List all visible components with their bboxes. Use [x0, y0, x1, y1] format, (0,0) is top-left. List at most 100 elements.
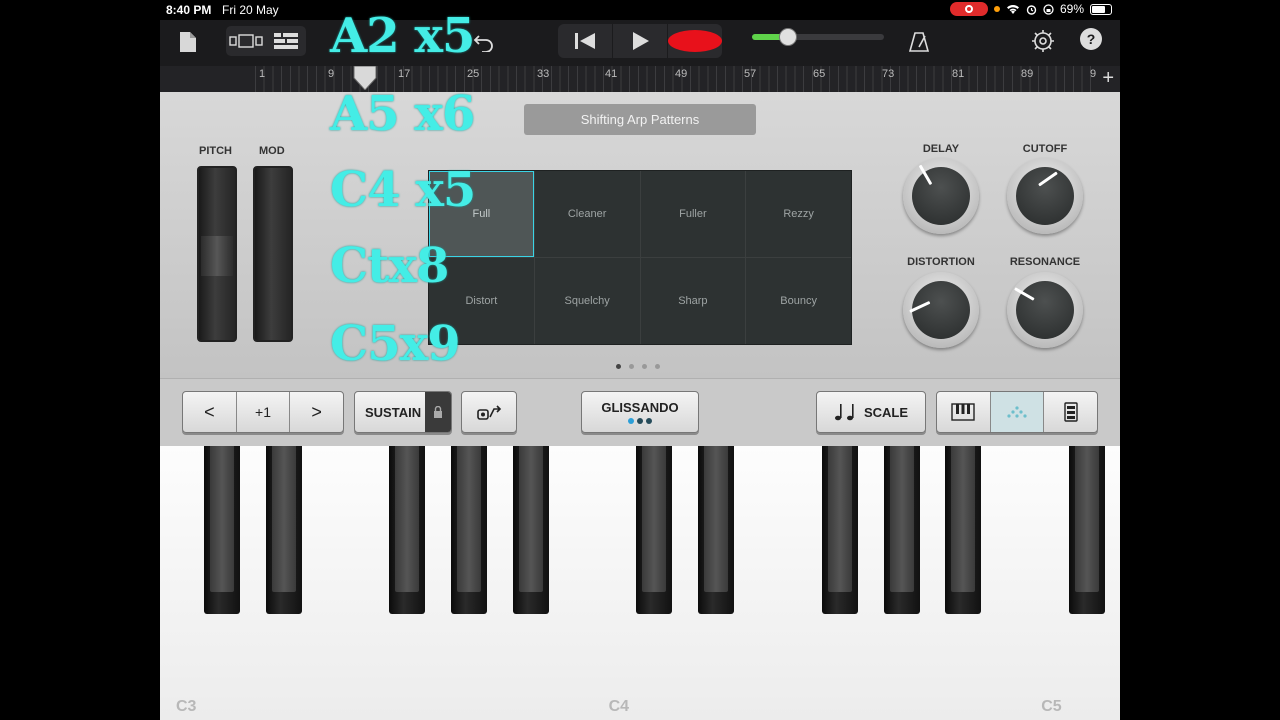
black-key[interactable] [945, 446, 982, 614]
settings-button[interactable] [1028, 26, 1058, 56]
play-button[interactable] [613, 24, 668, 58]
resonance-knob[interactable] [1007, 272, 1083, 348]
octave-control: < +1 > [182, 391, 344, 433]
black-key[interactable] [883, 446, 920, 614]
scale-label: SCALE [863, 404, 909, 420]
pad-rezzy[interactable]: Rezzy [746, 171, 851, 257]
synth-panel: Shifting Arp Patterns PITCH MOD Full Cle… [160, 92, 1120, 378]
black-key[interactable] [265, 446, 302, 614]
mod-wheel[interactable] [253, 166, 293, 342]
sustain-label: SUSTAIN [365, 404, 422, 420]
pad-cleaner[interactable]: Cleaner [534, 171, 640, 257]
bar-number: 49 [675, 68, 688, 80]
mod-wheel-label: MOD [259, 145, 285, 157]
help-icon: ? [1086, 31, 1096, 47]
key-note-label: C4 [608, 698, 630, 715]
cutoff-knob[interactable] [1007, 158, 1083, 234]
timeline-ruler[interactable]: 1 9 17 25 33 41 49 57 65 73 81 89 9 + [160, 66, 1120, 93]
status-date: Fri 20 May [222, 3, 279, 17]
tracks-view-button[interactable] [266, 26, 306, 56]
toolbar: ? [160, 20, 1120, 66]
pad-sharp[interactable]: Sharp [640, 258, 746, 344]
bar-number: 9 [1090, 68, 1097, 80]
dots-grid-icon [1007, 406, 1027, 418]
metronome-icon [908, 32, 930, 52]
lock-icon [434, 406, 442, 418]
metronome-button[interactable] [904, 28, 934, 56]
arpeggiator-button[interactable] [461, 391, 517, 433]
distortion-knob[interactable] [903, 272, 979, 348]
key-note-label: C3 [176, 698, 197, 715]
pad-squelchy[interactable]: Squelchy [534, 258, 640, 344]
black-key[interactable] [821, 446, 858, 614]
bar-number: 9 [328, 68, 335, 80]
resonance-label: RESONANCE [1009, 256, 1081, 268]
black-key[interactable] [389, 446, 426, 614]
battery-percent: 69% [1059, 2, 1084, 16]
arpeggiator-icon [477, 405, 502, 420]
rewind-icon [575, 33, 595, 49]
master-volume-handle[interactable] [778, 28, 797, 46]
bar-number: 17 [398, 68, 411, 80]
glissando-label: GLISSANDO [601, 400, 679, 415]
music-notes-icon [834, 404, 854, 421]
cutoff-label: CUTOFF [1022, 143, 1068, 155]
master-volume-slider[interactable] [752, 28, 884, 46]
keyboard-layout-control [936, 391, 1098, 433]
add-section-button[interactable]: + [1102, 67, 1114, 90]
bar-number: 65 [813, 68, 826, 80]
record-button[interactable] [668, 24, 722, 58]
view-switch-button[interactable] [226, 26, 266, 56]
sustain-button[interactable]: SUSTAIN [354, 391, 452, 433]
garageband-app: 8:40 PM Fri 20 May 69% ? 1 9 17 25 33 41… [160, 0, 1120, 720]
bar-number: 89 [1021, 68, 1034, 80]
black-key[interactable] [512, 446, 549, 614]
status-time: 8:40 PM [166, 3, 212, 17]
distortion-label: DISTORTION [907, 256, 975, 268]
keyboard-size-icon [1063, 402, 1078, 422]
black-key[interactable] [698, 446, 735, 614]
undo-icon [473, 35, 493, 52]
keyboard-size-button[interactable] [1044, 392, 1097, 432]
page-indicator[interactable] [616, 364, 660, 369]
page-dot [616, 364, 621, 369]
black-key[interactable] [451, 446, 487, 614]
transport-controls [558, 24, 722, 58]
my-songs-button[interactable] [174, 28, 202, 56]
key-note-label: C5 [1041, 698, 1062, 715]
mic-indicator-icon [993, 6, 1000, 12]
page-dot [655, 364, 660, 369]
patch-name-button[interactable]: Shifting Arp Patterns [524, 104, 756, 135]
bar-number: 25 [467, 68, 480, 80]
page-dot [642, 364, 647, 369]
delay-knob[interactable] [903, 158, 979, 234]
keyboard-controls: < +1 > SUSTAIN GLISSANDO SCALE [160, 378, 1120, 447]
black-key[interactable] [1069, 446, 1105, 614]
pad-bouncy[interactable]: Bouncy [746, 258, 851, 344]
octave-value-button[interactable]: +1 [237, 392, 291, 432]
screen-record-icon [949, 2, 988, 16]
black-key[interactable] [636, 446, 673, 614]
bar-number: 1 [259, 68, 266, 80]
battery-icon [1090, 3, 1112, 15]
overlay-note-text: C5x9 [330, 316, 461, 372]
keyboard-layout-button[interactable] [937, 392, 991, 432]
overlay-note-text: C4 x5 [330, 162, 476, 218]
glissando-button[interactable]: GLISSANDO [581, 391, 699, 433]
patch-pads-grid: Full Cleaner Fuller Rezzy Distort Squelc… [428, 170, 852, 345]
scale-button[interactable]: SCALE [816, 391, 926, 433]
document-icon [180, 32, 196, 52]
pad-fuller[interactable]: Fuller [640, 171, 746, 257]
delay-label: DELAY [922, 143, 960, 155]
black-key[interactable] [203, 446, 240, 614]
help-button[interactable]: ? [1080, 28, 1102, 50]
go-to-beginning-button[interactable] [558, 24, 613, 58]
pitch-wheel[interactable] [197, 166, 237, 342]
sustain-lock-button[interactable] [425, 392, 451, 432]
piano-keyboard: C3 C4 C5 [160, 446, 1120, 720]
octave-up-button[interactable]: > [290, 392, 343, 432]
bar-number: 73 [882, 68, 895, 80]
octave-down-button[interactable]: < [183, 392, 237, 432]
piano-keys-icon [951, 403, 976, 421]
arpeggio-layout-button[interactable] [990, 392, 1045, 432]
